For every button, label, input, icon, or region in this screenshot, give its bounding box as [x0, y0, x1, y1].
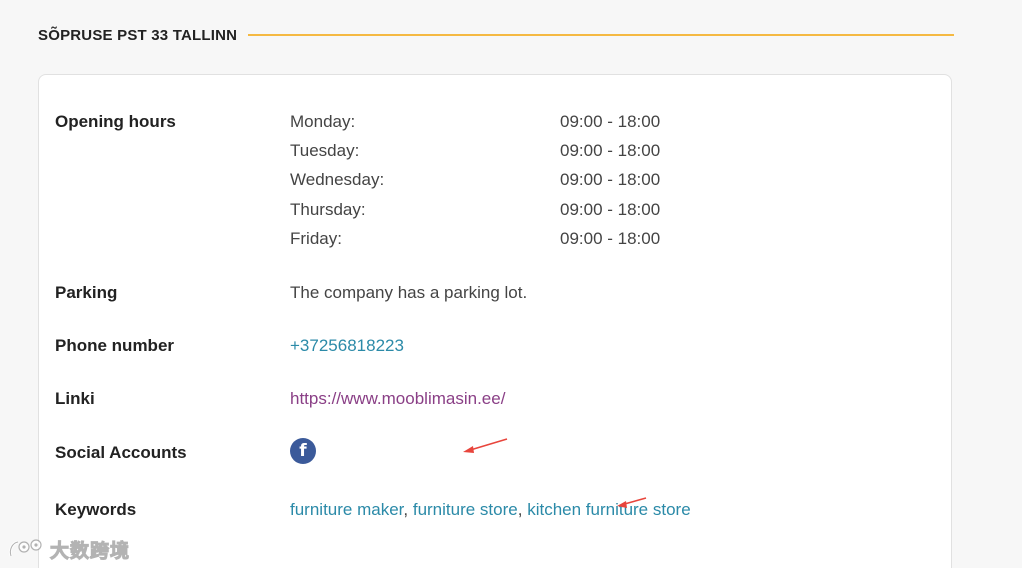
keyword-link[interactable]: furniture maker — [290, 500, 403, 519]
section-title: SÕPRUSE PST 33 TALLINN — [38, 26, 238, 44]
hours-row-friday: Friday: 09:00 - 18:00 — [290, 229, 690, 258]
hours-time: 09:00 - 18:00 — [560, 229, 661, 248]
section-divider — [248, 34, 954, 36]
watermark-logo-icon — [8, 539, 42, 557]
hours-day: Thursday: — [290, 200, 366, 219]
keyword-link[interactable]: kitchen furniture store — [527, 500, 690, 519]
keyword-link[interactable]: furniture store — [413, 500, 518, 519]
hours-row-wednesday: Wednesday: 09:00 - 18:00 — [290, 170, 690, 199]
hours-time: 09:00 - 18:00 — [560, 200, 661, 219]
hours-row-monday: Monday: 09:00 - 18:00 — [290, 112, 690, 141]
hours-time: 09:00 - 18:00 — [560, 170, 661, 189]
watermark: 大数跨境 — [8, 536, 130, 562]
watermark-text: 大数跨境 — [49, 539, 131, 562]
hours-time: 09:00 - 18:00 — [560, 112, 661, 131]
hours-row-thursday: Thursday: 09:00 - 18:00 — [290, 200, 690, 229]
phone-link[interactable]: +37256818223 — [290, 336, 404, 356]
keyword-separator: , — [403, 500, 413, 519]
phone-label: Phone number — [55, 336, 175, 355]
hours-row-tuesday: Tuesday: 09:00 - 18:00 — [290, 141, 690, 170]
hours-day: Wednesday: — [290, 170, 385, 189]
parking-label: Parking — [55, 283, 118, 302]
keywords-label: Keywords — [55, 500, 137, 519]
hours-day: Monday: — [290, 112, 356, 131]
social-accounts-label: Social Accounts — [55, 443, 187, 462]
details-card: Opening hours Monday: 09:00 - 18:00 Tues… — [38, 74, 952, 568]
parking-value: The company has a parking lot. — [290, 283, 528, 302]
business-details-page: SÕPRUSE PST 33 TALLINN Opening hours Mon… — [0, 0, 1022, 568]
website-label: Linki — [55, 389, 95, 408]
opening-hours-label: Opening hours — [55, 112, 176, 131]
hours-day: Friday: — [290, 229, 342, 248]
facebook-icon[interactable]: f — [290, 438, 316, 464]
section-header: SÕPRUSE PST 33 TALLINN — [38, 24, 954, 46]
hours-day: Tuesday: — [290, 141, 360, 160]
keywords-list: furniture maker, furniture store, kitche… — [290, 500, 691, 520]
website-link[interactable]: https://www.mooblimasin.ee/ — [290, 389, 505, 409]
keyword-separator: , — [517, 500, 528, 519]
hours-time: 09:00 - 18:00 — [560, 141, 661, 160]
